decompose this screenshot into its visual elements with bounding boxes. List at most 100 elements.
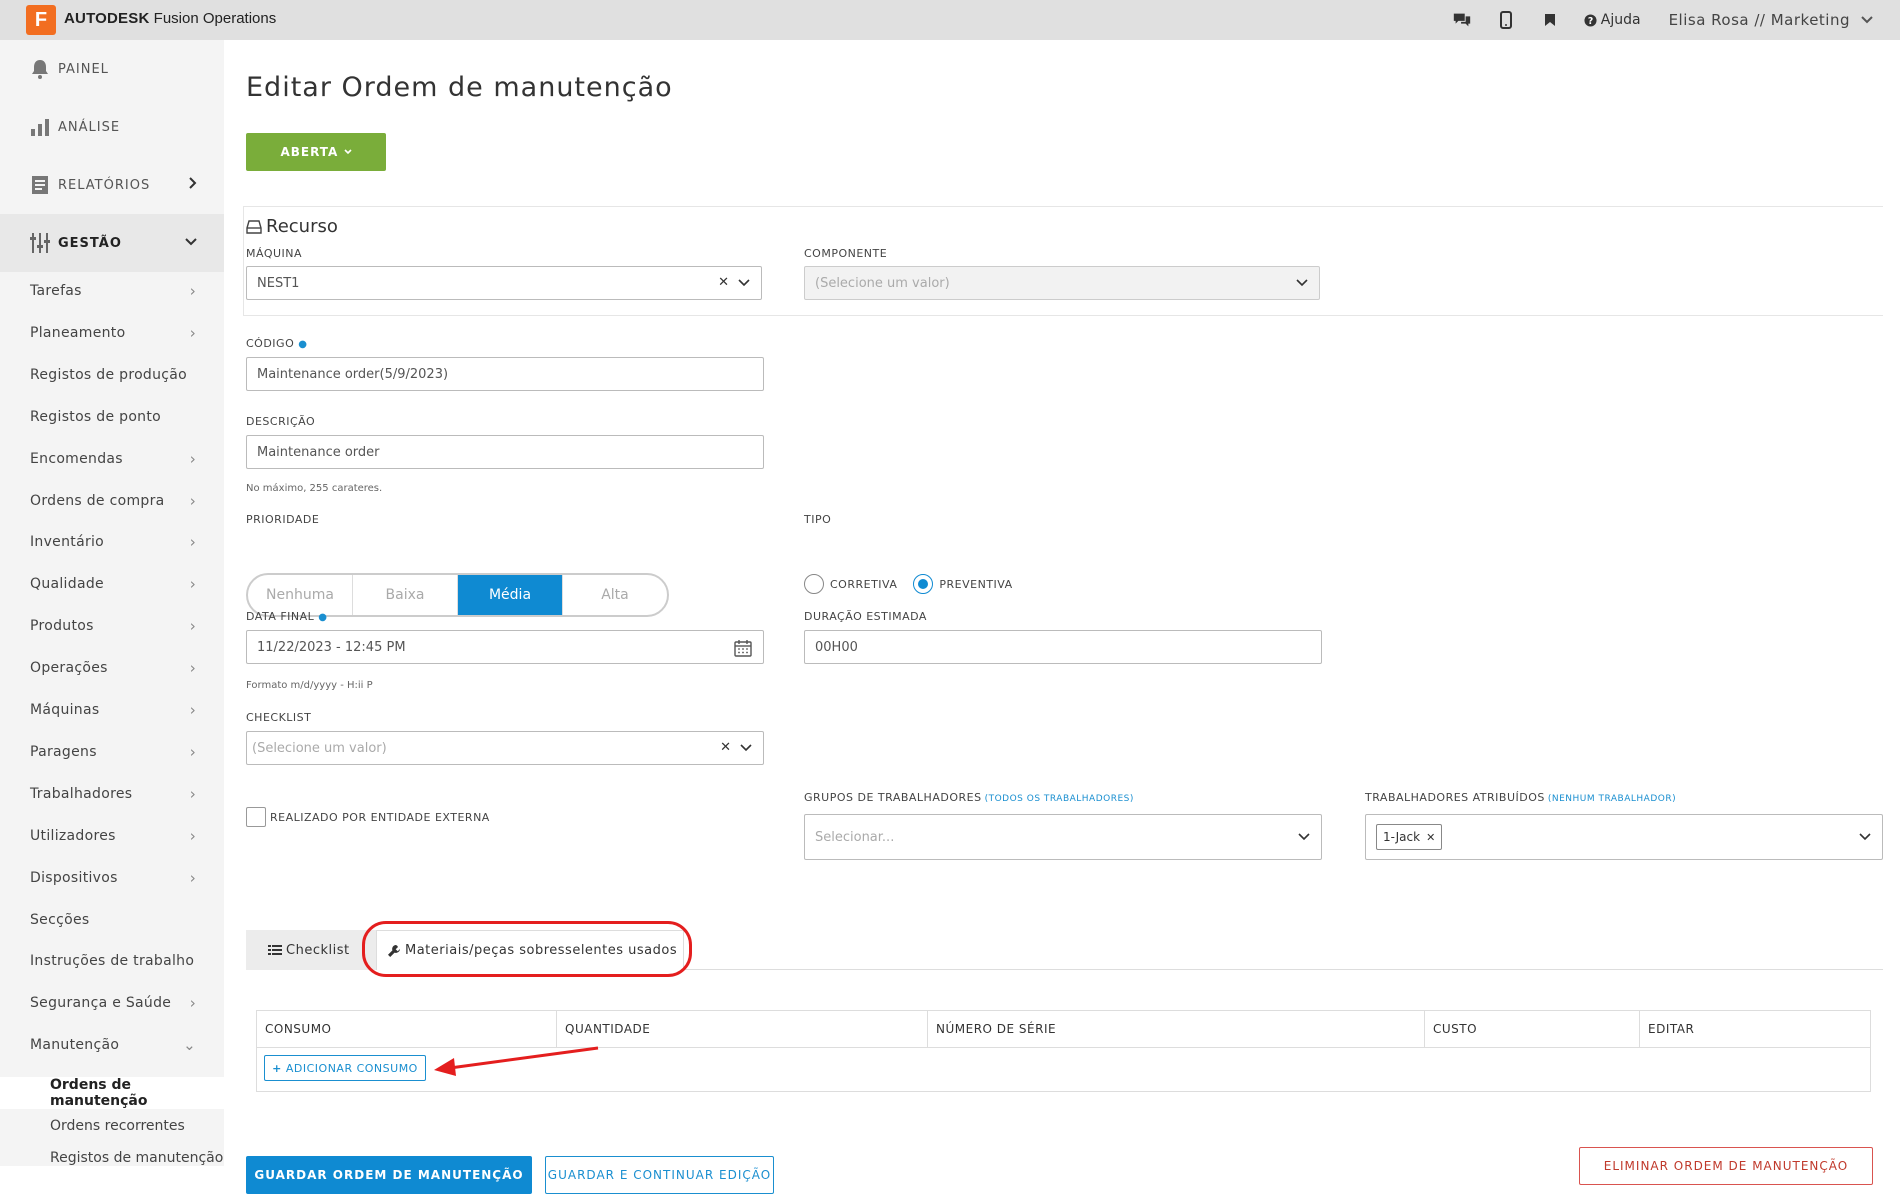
bell-icon (28, 57, 52, 81)
chevron-down-icon (1861, 16, 1873, 24)
delete-order-button[interactable]: ELIMINAR ORDEM DE MANUTENÇÃO (1579, 1147, 1873, 1185)
prioridade-option-nenhuma[interactable]: Nenhuma (248, 575, 353, 615)
annotation-highlight-oval (362, 921, 692, 977)
checklist-placeholder: (Selecione um valor) (252, 740, 387, 756)
codigo-label-text: CÓDIGO (246, 337, 295, 350)
sidebar-item-tarefas[interactable]: Tarefas › (0, 270, 224, 312)
checklist-label: CHECKLIST (246, 711, 312, 724)
help-link[interactable]: ? Ajuda (1584, 12, 1641, 28)
data-final-label-text: DATA FINAL (246, 610, 315, 623)
sidebar-item-planeamento[interactable]: Planeamento › (0, 312, 224, 354)
required-dot-icon: ● (298, 339, 308, 350)
sidebar-subitem-registos-manutencao[interactable]: Registos de manutenção (0, 1142, 224, 1174)
componente-placeholder: (Selecione um valor) (815, 275, 950, 291)
externa-checkbox[interactable] (246, 807, 266, 827)
chevron-right-icon: › (189, 491, 196, 510)
grupos-select[interactable]: Selecionar... (804, 814, 1322, 860)
remove-tag-icon[interactable]: ✕ (1426, 831, 1435, 844)
sidebar-item-produtos[interactable]: Produtos › (0, 605, 224, 647)
descricao-input[interactable]: Maintenance order (246, 435, 764, 469)
chevron-right-icon: › (189, 659, 196, 678)
tipo-radio-preventiva[interactable] (913, 574, 934, 594)
prioridade-option-alta[interactable]: Alta (563, 575, 667, 615)
sidebar-item-qualidade[interactable]: Qualidade › (0, 563, 224, 605)
prioridade-option-media[interactable]: Média (458, 575, 563, 615)
mobile-icon[interactable] (1496, 10, 1516, 30)
duracao-value: 00H00 (815, 639, 858, 655)
fusion-logo-icon[interactable]: F (26, 5, 56, 35)
sidebar-item-seguran-a-e-sa-de[interactable]: Segurança e Saúde › (0, 982, 224, 1024)
question-icon: ? (1584, 13, 1597, 26)
report-icon (28, 173, 52, 197)
bookmark-icon[interactable] (1540, 10, 1560, 30)
sidebar-item-relatorios[interactable]: RELATÓRIOS (0, 156, 224, 214)
grupos-label: GRUPOS DE TRABALHADORES (TODOS OS TRABALH… (804, 791, 1134, 804)
sidebar-subitem-ordens-recorrentes[interactable]: Ordens recorrentes (0, 1110, 224, 1142)
sidebar-item-invent-rio[interactable]: Inventário › (0, 521, 224, 563)
nenhum-trabalhador-link[interactable]: (NENHUM TRABALHADOR) (1548, 794, 1676, 804)
sidebar-item-instru-es-de-trabalho[interactable]: Instruções de trabalho (0, 940, 224, 982)
sidebar-item-ordens-de-compra[interactable]: Ordens de compra › (0, 480, 224, 522)
chevron-right-icon: › (189, 617, 196, 636)
tab-checklist[interactable]: Checklist (246, 930, 376, 970)
tipo-radio-corretiva[interactable] (804, 574, 824, 594)
data-final-input[interactable]: 11/22/2023 - 12:45 PM (246, 630, 764, 664)
sidebar-item-label: Tarefas (30, 283, 82, 299)
required-dot-icon: ● (318, 612, 328, 623)
todos-trabalhadores-link[interactable]: (TODOS OS TRABALHADORES) (985, 794, 1134, 804)
sidebar-item-registos-de-produ-o[interactable]: Registos de produção (0, 354, 224, 396)
codigo-input[interactable]: Maintenance order(5/9/2023) (246, 357, 764, 391)
chevron-right-icon: › (189, 784, 196, 803)
sidebar-item-paragens[interactable]: Paragens › (0, 731, 224, 773)
prioridade-option-baixa[interactable]: Baixa (353, 575, 458, 615)
svg-text:?: ? (1588, 15, 1593, 26)
clear-icon[interactable]: ✕ (718, 275, 729, 290)
user-menu[interactable]: Elisa Rosa // Marketing (1669, 11, 1874, 29)
sidebar-item-painel[interactable]: PAINEL (0, 40, 224, 98)
user-label: Elisa Rosa // Marketing (1668, 11, 1850, 29)
maquina-select[interactable]: NEST1 ✕ (246, 266, 762, 300)
sidebar-item-m-quinas[interactable]: Máquinas › (0, 689, 224, 731)
chevron-down-icon (1298, 833, 1310, 841)
add-consumption-button[interactable]: + ADICIONAR CONSUMO (264, 1055, 426, 1081)
duracao-input[interactable]: 00H00 (804, 630, 1322, 664)
calendar-icon[interactable] (733, 638, 753, 658)
sidebar-item-gestao[interactable]: GESTÃO (0, 214, 224, 272)
chevron-down-icon (1296, 279, 1308, 287)
save-order-button[interactable]: GUARDAR ORDEM DE MANUTENÇÃO (246, 1156, 532, 1194)
componente-label: COMPONENTE (804, 247, 888, 260)
sidebar-item-label: Encomendas (30, 450, 123, 467)
sidebar-item-label: Trabalhadores (30, 785, 133, 802)
top-bar: F AUTODESK Fusion Operations ? Ajuda Eli… (0, 0, 1900, 40)
brand-bold: AUTODESK (64, 10, 150, 27)
status-dropdown-button[interactable]: ABERTA (246, 133, 386, 171)
trabalhadores-select[interactable]: 1-Jack ✕ (1365, 814, 1883, 860)
checklist-select[interactable]: (Selecione um valor) ✕ (246, 731, 764, 765)
plus-icon: + (272, 1061, 282, 1075)
codigo-label: CÓDIGO ● (246, 337, 307, 350)
maquina-value: NEST1 (257, 275, 300, 291)
chat-icon[interactable] (1452, 10, 1472, 30)
clear-icon[interactable]: ✕ (720, 740, 731, 755)
sidebar-item-trabalhadores[interactable]: Trabalhadores › (0, 773, 224, 815)
sidebar-item-label: Dispositivos (30, 869, 118, 886)
sidebar-subitem-ordens-manutencao[interactable]: Ordens de manutenção (0, 1077, 224, 1109)
chevron-down-icon (343, 149, 352, 155)
sidebar-item-manuten-o[interactable]: Manutenção ⌄ (0, 1024, 224, 1066)
componente-select[interactable]: (Selecione um valor) (804, 266, 1320, 300)
chevron-down-icon (738, 279, 750, 287)
sidebar-item-registos-de-ponto[interactable]: Registos de ponto (0, 396, 224, 438)
chevron-right-icon: › (189, 701, 196, 719)
sidebar-item-analise[interactable]: ANÁLISE (0, 98, 224, 156)
column-header-editar: EDITAR (1640, 1011, 1870, 1048)
sidebar-item-opera-es[interactable]: Operações › (0, 647, 224, 689)
sidebar-item-label: Instruções de trabalho (30, 953, 195, 970)
sidebar-item-utilizadores[interactable]: Utilizadores › (0, 815, 224, 857)
sidebar-item-encomendas[interactable]: Encomendas › (0, 438, 224, 480)
sidebar-item-label: Segurança e Saúde (30, 995, 172, 1012)
sidebar-label: ANÁLISE (58, 119, 121, 135)
sidebar-item-dispositivos[interactable]: Dispositivos › (0, 857, 224, 899)
save-continue-button[interactable]: GUARDAR E CONTINUAR EDIÇÃO (545, 1156, 774, 1194)
chevron-right-icon: › (189, 868, 196, 887)
sidebar-item-sec-es[interactable]: Secções (0, 899, 224, 941)
